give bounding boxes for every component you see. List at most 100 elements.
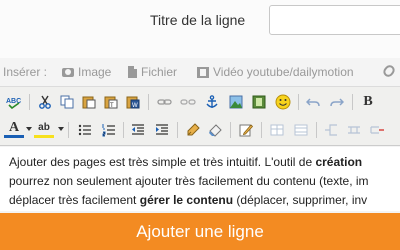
media-icon <box>252 95 266 109</box>
insert-label: Insérer : <box>3 65 48 79</box>
link-button[interactable] <box>155 92 175 112</box>
table-row-button[interactable] <box>291 120 311 140</box>
paste-word-icon: W <box>126 96 140 109</box>
link-icon <box>381 63 397 79</box>
link-icon <box>157 99 172 105</box>
image-button[interactable] <box>226 92 246 112</box>
separator <box>29 94 30 110</box>
image-icon <box>229 95 243 109</box>
spellcheck-button[interactable]: ABC <box>4 92 24 112</box>
font-color-button[interactable]: A <box>4 120 24 138</box>
insert-file-button[interactable]: Fichier <box>128 65 177 79</box>
highlight-color-icon: ab <box>38 121 50 133</box>
toolbar-row-2: A ab <box>0 117 400 145</box>
file-icon <box>128 66 137 78</box>
separator <box>261 122 262 138</box>
anchor-icon <box>206 95 218 108</box>
numbered-list-icon <box>102 124 115 137</box>
title-row: Titre de la ligne <box>0 0 400 58</box>
separator <box>352 94 353 110</box>
table-cols-icon <box>348 126 360 134</box>
content-line-3: déplacer très facilement gérer le conten… <box>9 191 400 210</box>
outdent-button[interactable] <box>128 120 148 140</box>
table-icon <box>270 124 284 136</box>
cut-icon <box>39 95 51 109</box>
content-text: pourrez non seulement ajouter très facil… <box>9 174 369 188</box>
content-line-2: pourrez non seulement ajouter très facil… <box>9 172 400 191</box>
separator <box>123 122 124 138</box>
separator <box>316 122 317 138</box>
table-split-button[interactable] <box>321 120 341 140</box>
media-button[interactable] <box>249 92 269 112</box>
table-split-icon <box>325 124 337 136</box>
table-row-icon <box>294 124 308 136</box>
insert-bar: Insérer : Image Fichier Vidéo youtube/da… <box>0 58 400 86</box>
emoticon-button[interactable] <box>273 92 293 112</box>
bullet-list-button[interactable] <box>75 120 95 140</box>
insert-video-button[interactable]: Vidéo youtube/dailymotion <box>197 65 354 79</box>
edit-icon <box>239 124 253 137</box>
separator <box>230 122 231 138</box>
undo-icon <box>306 98 320 107</box>
content-text: Ajouter des pages est très simple et trè… <box>9 155 316 169</box>
clean-format-icon <box>187 123 200 136</box>
font-color-dropdown[interactable] <box>26 127 32 131</box>
paste-text-icon: T <box>104 96 118 109</box>
bold-button[interactable]: B <box>358 92 378 112</box>
content-bold-text: création <box>315 155 363 169</box>
highlight-color-button[interactable]: ab <box>34 120 54 138</box>
indent-icon <box>156 124 168 135</box>
insert-image-button[interactable]: Image <box>62 65 111 79</box>
svg-text:T: T <box>110 103 114 109</box>
insert-link-button[interactable] <box>381 63 397 79</box>
spellcheck-icon: ABC <box>6 98 21 109</box>
content-text: déplacer très facilement <box>9 193 140 207</box>
paste-button[interactable] <box>79 92 99 112</box>
bullet-list-icon <box>78 124 91 136</box>
insert-image-label: Image <box>78 65 112 79</box>
separator <box>148 94 149 110</box>
bold-icon: B <box>363 94 373 109</box>
content-bold-text: gérer le contenu <box>139 193 234 207</box>
paste-word-button[interactable]: W <box>123 92 143 112</box>
edit-button[interactable] <box>236 120 256 140</box>
unlink-button[interactable] <box>178 92 198 112</box>
outdent-icon <box>132 124 144 135</box>
table-delete-icon <box>370 126 384 134</box>
title-label: Titre de la ligne <box>150 12 246 28</box>
clean-format-button[interactable] <box>183 120 203 140</box>
eraser-icon <box>209 124 222 137</box>
content-text: (déplacer, supprimer, inv <box>233 193 368 207</box>
editor-toolbar: ABC T W B A ab <box>0 86 400 146</box>
undo-button[interactable] <box>303 92 323 112</box>
indent-button[interactable] <box>152 120 172 140</box>
copy-button[interactable] <box>57 92 77 112</box>
editor-content[interactable]: Ajouter des pages est très simple et trè… <box>0 147 400 211</box>
redo-button[interactable] <box>327 92 347 112</box>
numbered-list-button[interactable] <box>99 120 119 140</box>
add-line-button[interactable]: Ajouter une ligne <box>0 213 400 250</box>
table-cols-button[interactable] <box>344 120 364 140</box>
svg-text:W: W <box>132 103 138 109</box>
paste-text-button[interactable]: T <box>101 92 121 112</box>
eraser-button[interactable] <box>205 120 225 140</box>
font-color-icon: A <box>8 119 20 135</box>
content-line-1: Ajouter des pages est très simple et trè… <box>9 153 400 172</box>
anchor-button[interactable] <box>202 92 222 112</box>
film-icon <box>197 66 209 78</box>
emoticon-icon <box>275 94 291 110</box>
redo-icon <box>330 98 344 107</box>
table-button[interactable] <box>267 120 287 140</box>
title-input[interactable] <box>269 5 400 35</box>
insert-file-label: Fichier <box>141 65 178 79</box>
cut-button[interactable] <box>35 92 55 112</box>
separator <box>68 122 69 138</box>
copy-icon <box>60 95 74 109</box>
separator <box>177 122 178 138</box>
highlight-color-dropdown[interactable] <box>58 127 64 131</box>
table-delete-button[interactable] <box>367 120 387 140</box>
toolbar-row-1: ABC T W B <box>0 89 400 117</box>
separator <box>298 94 299 110</box>
insert-video-label: Vidéo youtube/dailymotion <box>213 65 354 79</box>
paste-icon <box>82 96 96 109</box>
